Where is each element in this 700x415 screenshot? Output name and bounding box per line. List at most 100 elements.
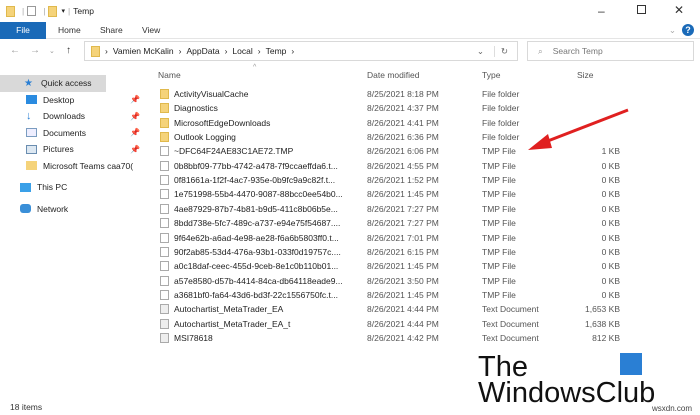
file-icon <box>160 218 169 229</box>
column-header-size[interactable]: Size <box>577 70 594 80</box>
file-date: 8/26/2021 1:45 PM <box>367 189 439 200</box>
file-icon <box>160 289 169 300</box>
file-name: Autochartist_MetaTrader_EA <box>174 304 284 315</box>
file-icon <box>160 232 169 243</box>
sidebar-item-this-pc[interactable]: This PC <box>0 179 150 196</box>
file-type: TMP File <box>482 275 516 286</box>
sidebar-item-downloads[interactable]: ↓ Downloads 📌 <box>0 108 150 125</box>
file-row[interactable]: ActivityVisualCache 8/25/2021 8:18 PM Fi… <box>150 87 620 101</box>
file-icon <box>160 203 169 214</box>
file-name: 9f64e62b-a6ad-4e98-ae28-f6a6b5803ff0.t..… <box>174 232 339 243</box>
properties-icon[interactable] <box>27 6 37 16</box>
file-size: 1,653 KB <box>585 304 620 315</box>
column-header-date[interactable]: Date modified <box>367 70 419 80</box>
pin-icon[interactable]: 📌 <box>130 128 140 137</box>
file-type: Text Document <box>482 332 539 343</box>
address-dropdown-icon[interactable]: ⌄ <box>477 46 484 57</box>
file-row[interactable]: a3681bf0-fa64-43d6-bd3f-22c1556750fc.t..… <box>150 288 620 302</box>
file-type: File folder <box>482 89 520 99</box>
help-icon[interactable]: ? <box>682 24 694 36</box>
file-row[interactable]: 1e751998-55b4-4470-9087-88bcc0ee54b0... … <box>150 187 620 201</box>
sidebar-item-microsoft-teams[interactable]: Microsoft Teams caa70( <box>0 158 150 175</box>
pin-icon[interactable]: 📌 <box>130 145 140 154</box>
navigation-pane: ★ Quick access Desktop 📌 ↓ Downloads 📌 Docum… <box>0 75 150 217</box>
sidebar-item-desktop[interactable]: Desktop 📌 <box>0 92 150 109</box>
file-row[interactable]: a0c18daf-ceec-455d-9ceb-8e1c0b110b01... … <box>150 259 620 273</box>
text-document-icon <box>160 304 169 315</box>
file-row[interactable]: Autochartist_MetaTrader_EA 8/26/2021 4:4… <box>150 302 620 316</box>
back-button[interactable]: ← <box>10 45 20 56</box>
pin-icon[interactable]: 📌 <box>130 95 140 104</box>
expand-ribbon-icon[interactable]: ⌄ <box>669 25 676 36</box>
file-date: 8/26/2021 7:27 PM <box>367 218 439 229</box>
search-input[interactable]: ⌕ Search Temp <box>527 41 694 61</box>
file-icon <box>160 175 169 186</box>
file-name: MicrosoftEdgeDownloads <box>174 117 271 128</box>
file-name: a0c18daf-ceec-455d-9ceb-8e1c0b110b01... <box>174 261 339 272</box>
folder-icon <box>91 45 100 57</box>
file-date: 8/26/2021 6:36 PM <box>367 132 439 143</box>
column-headers: ^ Name Date modified Type Size <box>150 64 700 84</box>
sidebar-item-documents[interactable]: Documents 📌 <box>0 125 150 142</box>
new-folder-icon[interactable] <box>48 5 58 17</box>
file-name: a57e8580-d57b-4414-84ca-db64118eade9... <box>174 275 343 286</box>
forward-button[interactable]: → <box>30 45 40 56</box>
site-watermark: wsxdn.com <box>651 404 692 413</box>
file-type: TMP File <box>482 232 516 243</box>
address-bar[interactable]: › Vamien McKalin › AppData › Local › Temp › … <box>84 41 518 61</box>
file-list: ^ Name Date modified Type Size ActivityV… <box>150 64 700 343</box>
breadcrumb-item[interactable]: Vamien McKalin <box>113 46 174 56</box>
breadcrumb-item[interactable]: Local <box>232 46 252 56</box>
window-title: Temp <box>73 6 94 16</box>
file-row[interactable]: MSI78618 8/26/2021 4:42 PM Text Document… <box>150 331 620 345</box>
search-icon: ⌕ <box>538 45 543 56</box>
watermark-logo: The WindowsClub <box>478 351 656 409</box>
tab-view[interactable]: View <box>142 25 172 35</box>
minimize-button[interactable]: – <box>598 4 605 18</box>
file-size: 0 KB <box>601 261 620 272</box>
breadcrumb-item[interactable]: Temp <box>266 46 287 56</box>
close-button[interactable]: ✕ <box>674 3 684 17</box>
file-size: 0 KB <box>601 160 620 171</box>
file-row[interactable]: 90f2ab85-53d4-476a-93b1-033f0d19757c....… <box>150 245 620 259</box>
text-document-icon <box>160 332 169 343</box>
file-row[interactable]: Autochartist_MetaTrader_EA_t 8/26/2021 4… <box>150 317 620 331</box>
sidebar-item-quick-access[interactable]: ★ Quick access <box>0 75 106 92</box>
file-row[interactable]: 0f81661a-1f2f-4ac7-935e-0b9fc9a9c82f.t..… <box>150 173 620 187</box>
file-date: 8/26/2021 4:37 PM <box>367 103 439 114</box>
customize-dropdown-icon[interactable]: ▾ <box>61 7 65 15</box>
sidebar-item-pictures[interactable]: Pictures 📌 <box>0 141 150 158</box>
refresh-button[interactable]: ↻ <box>493 45 508 57</box>
file-date: 8/26/2021 1:45 PM <box>367 261 439 272</box>
tab-share[interactable]: Share <box>100 25 130 35</box>
file-size: 0 KB <box>601 246 620 257</box>
file-row[interactable]: 9f64e62b-a6ad-4e98-ae28-f6a6b5803ff0.t..… <box>150 231 620 245</box>
sidebar-item-network[interactable]: Network <box>0 201 150 218</box>
file-size: 0 KB <box>601 175 620 186</box>
recent-locations-icon[interactable]: ⌄ <box>49 47 55 55</box>
folder-icon <box>6 5 15 17</box>
file-row[interactable]: a57e8580-d57b-4414-84ca-db64118eade9... … <box>150 274 620 288</box>
file-date: 8/26/2021 4:44 PM <box>367 318 439 329</box>
tab-home[interactable]: Home <box>58 25 88 35</box>
folder-icon <box>160 117 169 128</box>
text-document-icon <box>160 318 169 329</box>
up-button[interactable]: ↑ <box>66 45 71 56</box>
file-row[interactable]: 0b8bbf09-77bb-4742-a478-7f9ccaeffda6.t..… <box>150 159 620 173</box>
file-row[interactable]: 8bdd738e-5fc7-489c-a737-e94e75f54687....… <box>150 216 620 230</box>
maximize-button[interactable] <box>637 5 646 14</box>
column-header-type[interactable]: Type <box>482 70 500 80</box>
file-name: 0f81661a-1f2f-4ac7-935e-0b9fc9a9c82f.t..… <box>174 175 336 186</box>
file-type: TMP File <box>482 160 516 171</box>
breadcrumb-item[interactable]: AppData <box>186 46 219 56</box>
file-row[interactable]: 4ae87929-87b7-4b81-b9d5-411c8b06b5e... 8… <box>150 202 620 216</box>
file-name: 90f2ab85-53d4-476a-93b1-033f0d19757c.... <box>174 246 341 257</box>
file-date: 8/26/2021 1:52 PM <box>367 175 439 186</box>
pin-icon[interactable]: 📌 <box>130 112 140 121</box>
tab-file[interactable]: File <box>0 21 46 39</box>
sort-ascending-icon: ^ <box>253 64 257 71</box>
column-header-name[interactable]: Name <box>158 70 181 80</box>
file-size: 812 KB <box>592 332 620 343</box>
file-size: 1,638 KB <box>585 318 620 329</box>
star-icon: ★ <box>24 77 33 89</box>
